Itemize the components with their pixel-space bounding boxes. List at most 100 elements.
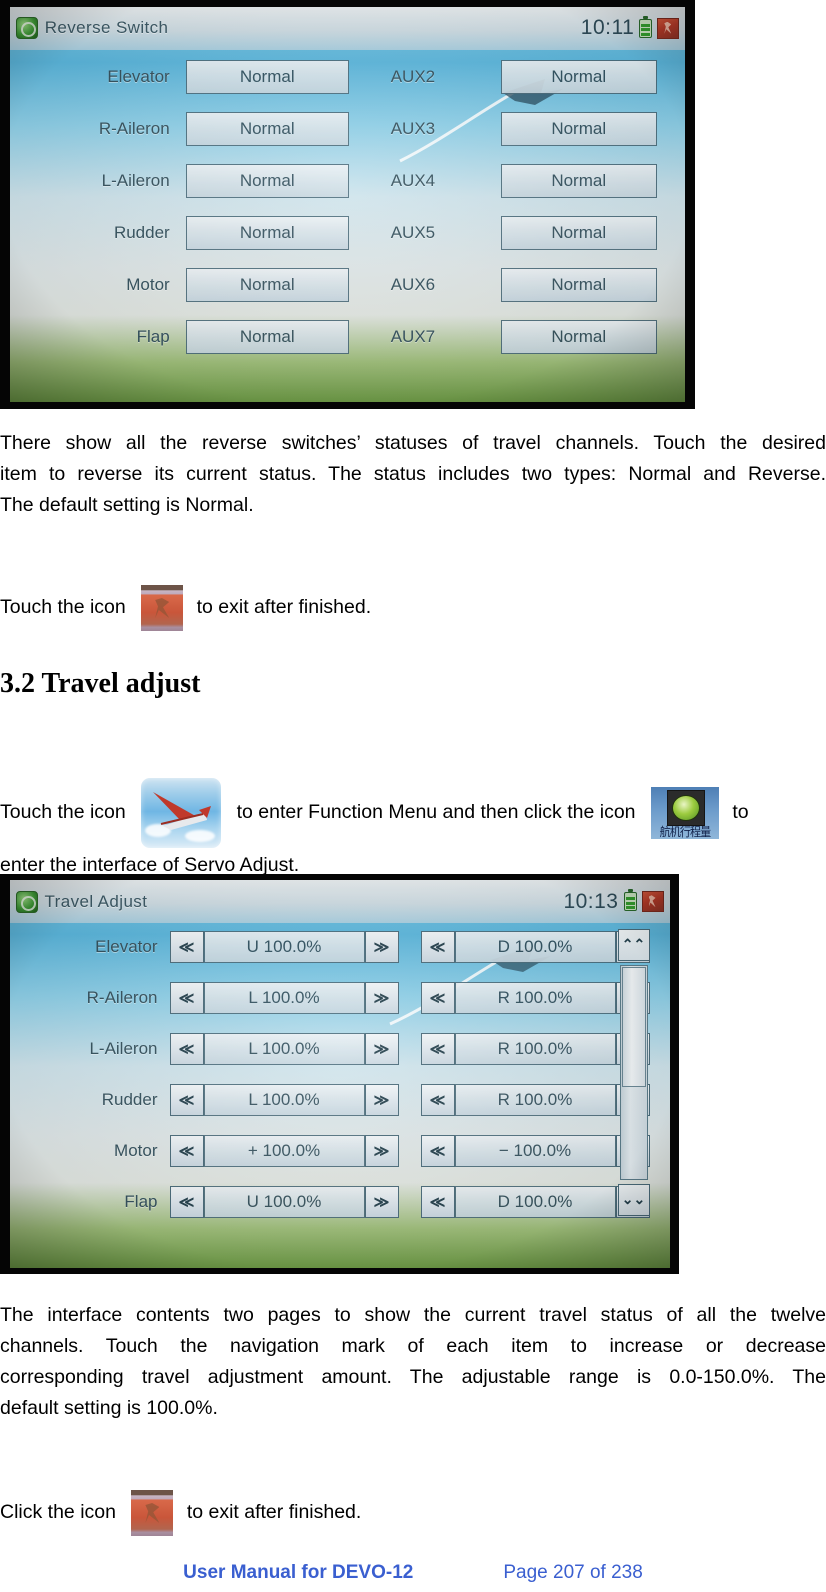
travel-value-b[interactable]: D 100.0% — [454, 930, 616, 963]
reverse-value-right[interactable]: Normal — [500, 320, 657, 355]
glider-plane-icon[interactable] — [141, 778, 222, 848]
reverse-value-left[interactable]: Normal — [185, 60, 349, 95]
clock-time: 10:11 — [580, 16, 635, 40]
row-label: L-Aileron — [89, 1038, 158, 1058]
exit-icon[interactable] — [641, 891, 664, 913]
screen-title: Reverse Switch — [44, 18, 169, 38]
travel-value-a[interactable]: L 100.0% — [203, 1032, 365, 1065]
reverse-value-right[interactable]: Normal — [500, 112, 657, 147]
footer-page-number: Page 207 of 238 — [503, 1562, 643, 1583]
paragraph-line: The interface contents two pages to show… — [0, 1304, 826, 1326]
exit-icon[interactable] — [131, 1490, 174, 1536]
row-label-left: Flap — [136, 327, 170, 347]
status-bar-right: 10:11 — [580, 15, 680, 40]
device-screen: Reverse Switch 10:11 Elevator Normal AUX… — [9, 6, 686, 403]
decrease-button-a[interactable]: ≪ — [169, 1032, 204, 1065]
paragraph-line: channels. Touch the navigation mark of e… — [0, 1335, 826, 1357]
row-label: Rudder — [101, 1089, 158, 1109]
reverse-value-left[interactable]: Normal — [185, 320, 349, 355]
intro-text-middle: to enter Function Menu and then click th… — [236, 801, 636, 824]
status-bar: Travel Adjust 10:13 — [9, 880, 670, 923]
travel-value-b[interactable]: R 100.0% — [454, 1032, 616, 1065]
device-screen: Travel Adjust 10:13 Elevator ≪ U 100.0% … — [9, 880, 670, 1268]
table-row: Rudder Normal AUX5 Normal — [10, 214, 686, 252]
table-row: Elevator Normal AUX2 Normal — [10, 58, 686, 96]
footer-manual-title: User Manual for DEVO-12 — [183, 1562, 414, 1583]
exit-instruction-after: to exit after finished. — [196, 596, 372, 619]
decrease-button-a[interactable]: ≪ — [169, 1134, 204, 1167]
travel-adjust-icon-label: 航机行程量 — [659, 825, 712, 839]
scroll-up-button[interactable]: ⌃⌃ — [617, 928, 650, 961]
page-footer: User Manual for DEVO-12 Page 207 of 238 — [0, 1562, 826, 1584]
reverse-value-left[interactable]: Normal — [185, 112, 349, 147]
table-row: R-Aileron ≪ L 100.0% ≫ ≪ R 100.0% ≫ — [10, 980, 670, 1016]
reverse-value-right[interactable]: Normal — [500, 268, 657, 303]
paragraph-line: corresponding travel adjustment amount. … — [0, 1366, 826, 1388]
travel-value-a[interactable]: + 100.0% — [203, 1134, 365, 1167]
travel-value-a[interactable]: L 100.0% — [203, 981, 365, 1014]
travel-adjust-badge-icon — [666, 790, 705, 826]
decrease-button-a[interactable]: ≪ — [169, 930, 204, 963]
row-label-right: AUX3 — [390, 119, 436, 139]
battery-icon — [639, 15, 653, 38]
reverse-value-right[interactable]: Normal — [500, 164, 657, 199]
increase-button-a[interactable]: ≫ — [364, 1032, 399, 1065]
decrease-button-a[interactable]: ≪ — [169, 1185, 204, 1218]
section-heading: 3.2 Travel adjust — [0, 668, 201, 699]
paragraph-line: The default setting is Normal. — [0, 494, 254, 516]
table-row: Elevator ≪ U 100.0% ≫ ≪ D 100.0% ≫ — [10, 929, 670, 965]
travel-value-b[interactable]: R 100.0% — [454, 981, 616, 1014]
table-row: Rudder ≪ L 100.0% ≫ ≪ R 100.0% ≫ — [10, 1082, 670, 1118]
scrollbar-thumb[interactable] — [621, 966, 646, 1087]
travel-value-a[interactable]: U 100.0% — [203, 930, 365, 963]
screenshot-travel-adjust: Travel Adjust 10:13 Elevator ≪ U 100.0% … — [0, 874, 679, 1274]
row-label-left: R-Aileron — [98, 119, 170, 139]
scrollbar-track[interactable] — [619, 964, 648, 1180]
reverse-value-right[interactable]: Normal — [500, 216, 657, 251]
exit-instruction-before: Click the icon — [0, 1501, 116, 1524]
paragraph-travel-adjust-description: The interface contents two pages to show… — [0, 1300, 826, 1424]
status-bar: Reverse Switch 10:11 — [9, 6, 686, 51]
row-label-right: AUX2 — [390, 67, 436, 87]
row-label-right: AUX6 — [390, 275, 436, 295]
increase-button-a[interactable]: ≫ — [364, 1083, 399, 1116]
green-circle-icon — [15, 890, 38, 913]
paragraph-line: item to reverse its current status. The … — [0, 463, 826, 485]
decrease-button-b[interactable]: ≪ — [420, 930, 455, 963]
reverse-value-left[interactable]: Normal — [185, 216, 349, 251]
travel-value-b[interactable]: D 100.0% — [454, 1185, 616, 1218]
green-circle-icon — [15, 17, 38, 40]
travel-value-a[interactable]: U 100.0% — [203, 1185, 365, 1218]
decrease-button-a[interactable]: ≪ — [169, 1083, 204, 1116]
screen-title: Travel Adjust — [44, 891, 148, 911]
travel-value-a[interactable]: L 100.0% — [203, 1083, 365, 1116]
decrease-button-b[interactable]: ≪ — [420, 1032, 455, 1065]
travel-value-b[interactable]: − 100.0% — [454, 1134, 616, 1167]
increase-button-a[interactable]: ≫ — [364, 981, 399, 1014]
reverse-value-left[interactable]: Normal — [185, 268, 349, 303]
increase-button-a[interactable]: ≫ — [364, 1134, 399, 1167]
travel-adjust-rows: Elevator ≪ U 100.0% ≫ ≪ D 100.0% ≫ R-Ail… — [10, 923, 670, 1268]
paragraph-travel-adjust-intro: Touch the icon to enter Function Menu an… — [0, 778, 826, 882]
decrease-button-b[interactable]: ≪ — [420, 981, 455, 1014]
decrease-button-b[interactable]: ≪ — [420, 1083, 455, 1116]
table-row: L-Aileron Normal AUX4 Normal — [10, 162, 686, 200]
reverse-value-right[interactable]: Normal — [500, 60, 657, 95]
table-row: Motor ≪ + 100.0% ≫ ≪ − 100.0% ≫ — [10, 1133, 670, 1169]
decrease-button-a[interactable]: ≪ — [169, 981, 204, 1014]
row-label-left: Elevator — [107, 67, 170, 87]
table-row: Motor Normal AUX6 Normal — [10, 266, 686, 304]
decrease-button-b[interactable]: ≪ — [420, 1185, 455, 1218]
exit-icon[interactable] — [657, 17, 680, 39]
reverse-value-left[interactable]: Normal — [185, 164, 349, 199]
exit-icon[interactable] — [141, 585, 184, 631]
row-label-left: Motor — [126, 275, 170, 295]
scroll-down-button[interactable]: ⌄⌄ — [617, 1183, 650, 1216]
decrease-button-b[interactable]: ≪ — [420, 1134, 455, 1167]
exit-instruction-2: Click the icon to exit after finished. — [0, 1490, 826, 1536]
row-label: R-Aileron — [86, 987, 158, 1007]
travel-value-b[interactable]: R 100.0% — [454, 1083, 616, 1116]
increase-button-a[interactable]: ≫ — [364, 1185, 399, 1218]
travel-adjust-icon[interactable]: 航机行程量 — [650, 787, 719, 839]
increase-button-a[interactable]: ≫ — [364, 930, 399, 963]
